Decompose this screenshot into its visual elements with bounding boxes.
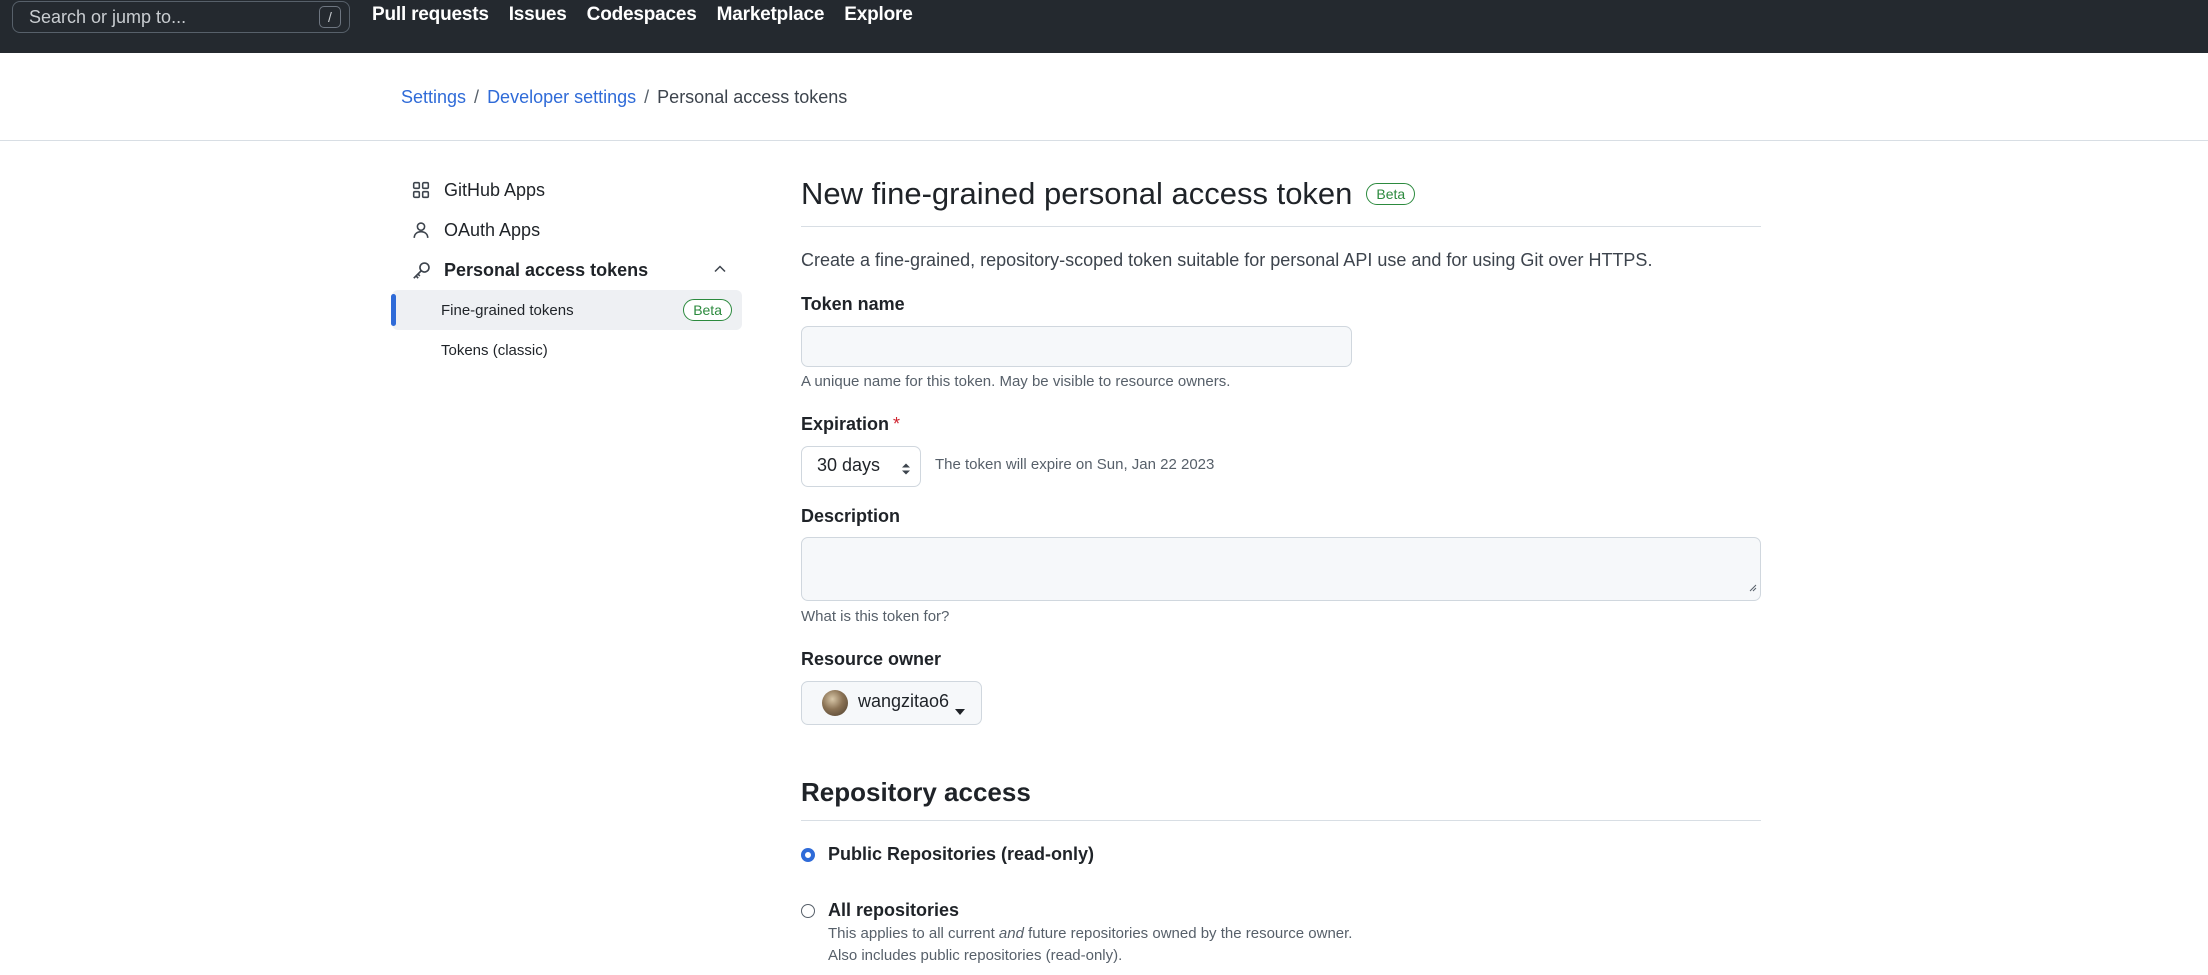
avatar xyxy=(822,690,848,716)
sidebar-item-tokens-classic[interactable]: Tokens (classic) xyxy=(392,330,742,370)
resource-owner-label: Resource owner xyxy=(801,649,942,669)
new-token-form: New fine-grained personal access token B… xyxy=(801,170,1761,964)
sidebar-item-label: GitHub Apps xyxy=(444,179,546,200)
description-text: Also includes public repositories (read-… xyxy=(828,947,1123,964)
breadcrumb-separator: / xyxy=(474,87,480,107)
radio-option-all-repos[interactable]: All repositories This applies to all cur… xyxy=(801,900,1352,967)
sidebar-item-label: OAuth Apps xyxy=(444,219,541,240)
radio-option-label: Public Repositories (read-only) xyxy=(828,844,1095,864)
beta-badge: Beta xyxy=(1366,183,1416,205)
search-input[interactable]: Search or jump to... / xyxy=(12,1,350,33)
nav-pull-requests[interactable]: Pull requests xyxy=(372,4,489,26)
expiration-label-text: Expiration xyxy=(801,414,890,434)
resize-handle-icon[interactable] xyxy=(1748,579,1757,597)
description-emphasis: and xyxy=(998,925,1024,942)
nav-marketplace[interactable]: Marketplace xyxy=(717,4,825,26)
chevron-up-icon[interactable] xyxy=(712,261,728,282)
description-label: Description xyxy=(801,506,901,526)
search-shortcut-key: / xyxy=(319,6,341,28)
select-arrows-icon xyxy=(901,460,911,481)
breadcrumb-bar: Settings / Developer settings / Personal acc… xyxy=(0,53,2208,141)
description-textarea[interactable] xyxy=(801,537,1761,601)
divider xyxy=(801,226,1761,227)
token-name-label: Token name xyxy=(801,294,905,314)
page-title: New fine-grained personal access token B… xyxy=(801,170,1761,218)
nav-codespaces[interactable]: Codespaces xyxy=(587,4,697,26)
apps-grid-icon xyxy=(410,179,432,201)
breadcrumb-current: Personal access tokens xyxy=(657,87,848,107)
required-mark: * xyxy=(893,414,901,434)
nav-issues[interactable]: Issues xyxy=(509,4,567,26)
breadcrumb-developer-settings[interactable]: Developer settings xyxy=(487,87,636,107)
expiration-select[interactable]: 30 days xyxy=(801,446,921,487)
description-hint: What is this token for? xyxy=(801,608,950,625)
radio-option-description: This applies to all current and future r… xyxy=(828,923,1352,967)
global-header: Search or jump to... / Pull requests Iss… xyxy=(0,0,2208,53)
global-nav: Pull requests Issues Codespaces Marketpl… xyxy=(372,4,933,26)
sidebar-item-label: Tokens (classic) xyxy=(441,341,548,359)
expiration-selected-value: 30 days xyxy=(817,455,881,475)
description-text: future repositories owned by the resourc… xyxy=(1023,925,1353,942)
radio-option-public-repos[interactable]: Public Repositories (read-only) xyxy=(801,844,1094,865)
nav-explore[interactable]: Explore xyxy=(844,4,912,26)
beta-badge: Beta xyxy=(683,299,732,321)
person-icon xyxy=(410,219,432,241)
form-lead-text: Create a fine-grained, repository-scoped… xyxy=(801,250,1653,270)
divider xyxy=(801,820,1761,821)
token-name-input[interactable] xyxy=(801,326,1352,367)
resource-owner-select[interactable]: wangzitao6 xyxy=(801,681,982,725)
sidebar-item-personal-access-tokens[interactable]: Personal access tokens xyxy=(392,250,742,290)
repository-access-title: Repository access xyxy=(801,777,1031,807)
expiration-note: The token will expire on Sun, Jan 22 202… xyxy=(935,456,1215,473)
sidebar-item-fine-grained-tokens[interactable]: Fine-grained tokens Beta xyxy=(391,290,742,330)
radio-button[interactable] xyxy=(801,848,815,862)
breadcrumb: Settings / Developer settings / Personal acc… xyxy=(401,87,847,108)
sidebar-item-label: Personal access tokens xyxy=(444,259,649,280)
page-title-text: New fine-grained personal access token xyxy=(801,176,1353,211)
developer-settings-sidebar: GitHub Apps OAuth Apps Personal access t… xyxy=(391,170,742,370)
sidebar-item-oauth-apps[interactable]: OAuth Apps xyxy=(392,210,742,250)
token-name-hint: A unique name for this token. May be vis… xyxy=(801,373,1231,390)
caret-down-icon xyxy=(955,699,966,724)
resource-owner-value: wangzitao6 xyxy=(858,691,950,711)
radio-option-label: All repositories xyxy=(828,900,960,920)
breadcrumb-separator: / xyxy=(644,87,650,107)
radio-button[interactable] xyxy=(801,904,815,918)
expiration-label: Expiration * xyxy=(801,414,900,435)
sidebar-item-label: Fine-grained tokens xyxy=(441,301,574,319)
breadcrumb-settings[interactable]: Settings xyxy=(401,87,466,107)
description-text: This applies to all current xyxy=(828,925,999,942)
sidebar-item-github-apps[interactable]: GitHub Apps xyxy=(392,170,742,210)
key-icon xyxy=(410,259,432,281)
search-placeholder: Search or jump to... xyxy=(29,7,187,27)
